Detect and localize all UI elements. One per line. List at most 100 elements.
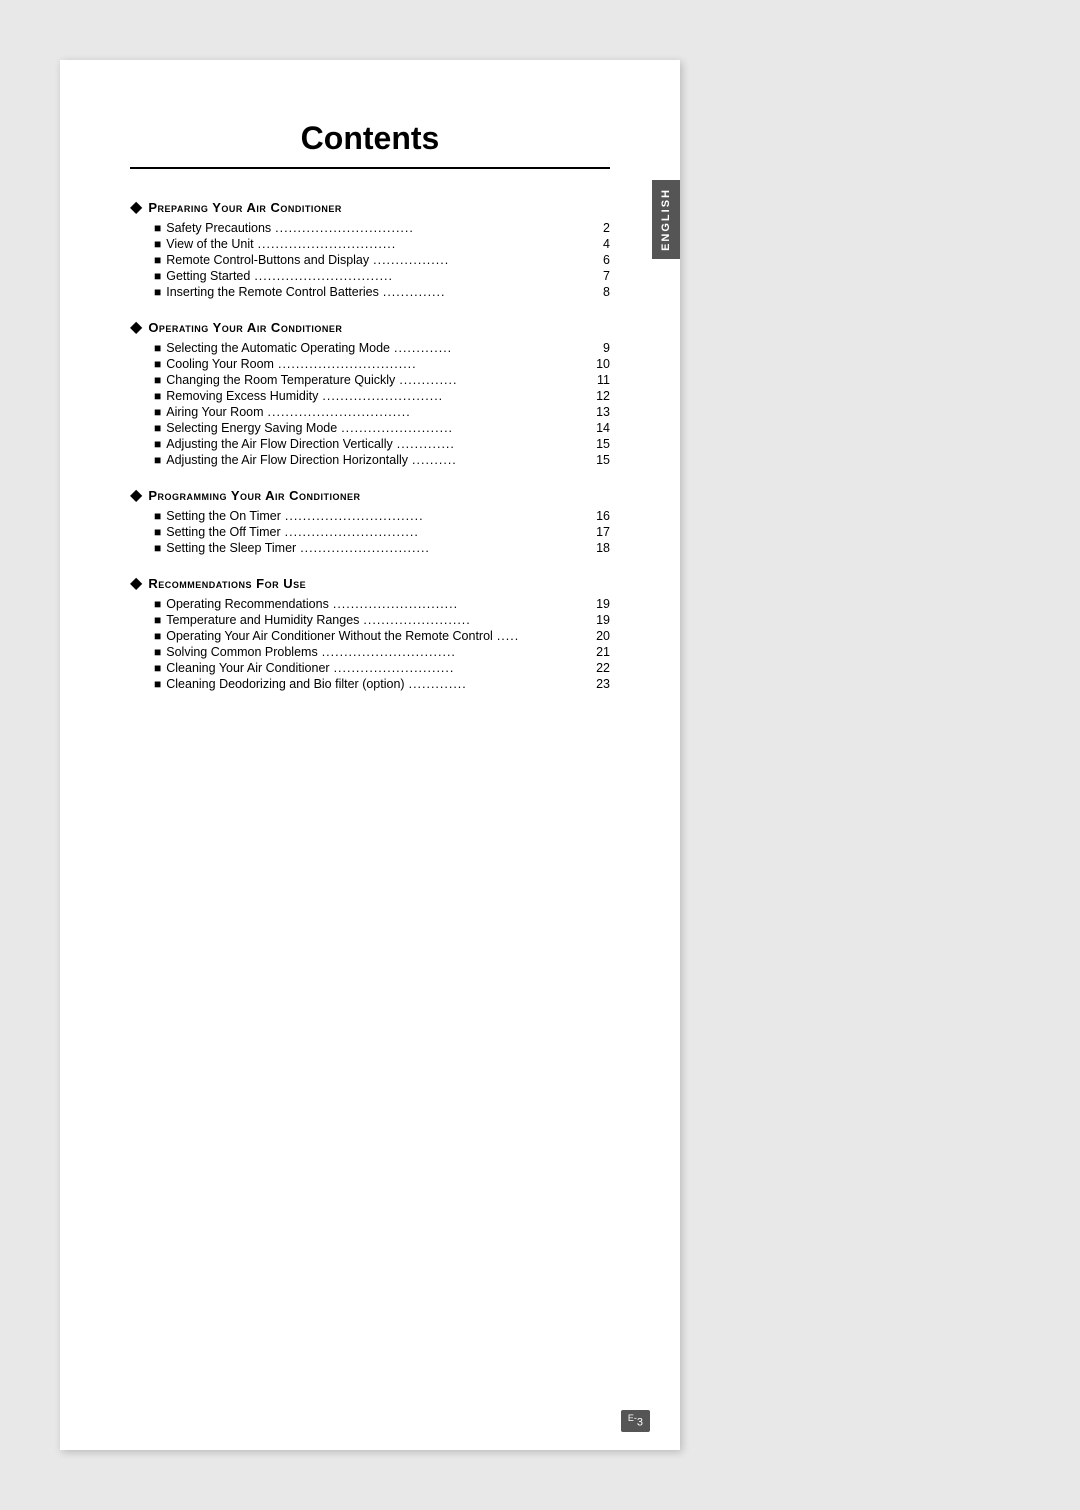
toc-item: ■Adjusting the Air Flow Direction Vertic… (130, 437, 610, 451)
toc-item-label: Setting the Sleep Timer (166, 541, 296, 555)
toc-dots: ............................... (275, 221, 586, 235)
toc-dots: .......... (412, 453, 586, 467)
bullet-icon: ■ (154, 421, 161, 435)
toc-item: ■ Operating Your Air Conditioner Without … (130, 629, 610, 643)
toc-dots: ......................... (341, 421, 586, 435)
toc-page-number: 7 (590, 269, 610, 283)
toc-page-number: 14 (590, 421, 610, 435)
toc-item-label: Safety Precautions (166, 221, 271, 235)
bullet-icon: ■ (154, 509, 161, 523)
bullet-icon: ■ (154, 629, 161, 643)
toc-page-number: 18 (590, 541, 610, 555)
section-title: Preparing Your Air Conditioner (148, 200, 342, 215)
toc-item-label: Remote Control-Buttons and Display (166, 253, 369, 267)
toc-item: ■Adjusting the Air Flow Direction Horizo… (130, 453, 610, 467)
toc-page-number: 2 (590, 221, 610, 235)
toc-item: ■Cleaning Your Air Conditioner..........… (130, 661, 610, 675)
toc-dots: ............. (409, 677, 586, 691)
bullet-icon: ■ (154, 541, 161, 555)
bullet-icon: ■ (154, 677, 161, 691)
bullet-icon: ■ (154, 597, 161, 611)
toc-item-label: Removing Excess Humidity (166, 389, 318, 403)
toc-item-label: Operating Your Air Conditioner Without t… (166, 629, 493, 643)
toc-item-label: Inserting the Remote Control Batteries (166, 285, 379, 299)
bullet-icon: ■ (154, 357, 161, 371)
toc-item-label: Solving Common Problems (166, 645, 317, 659)
toc-item: ■ Cooling Your Room......................… (130, 357, 610, 371)
section-title: Programming Your Air Conditioner (148, 488, 360, 503)
toc-item: ■ Remote Control-Buttons and Display.....… (130, 253, 610, 267)
toc-item-label: Selecting the Automatic Operating Mode (166, 341, 390, 355)
toc-dots: ............. (394, 341, 586, 355)
toc-item: ■Getting Started........................… (130, 269, 610, 283)
toc-item-label: Cleaning Deodorizing and Bio filter (opt… (166, 677, 404, 691)
toc-page-number: 6 (590, 253, 610, 267)
toc-dots: ............................... (278, 357, 586, 371)
toc-item-label: Getting Started (166, 269, 250, 283)
toc-page-number: 12 (590, 389, 610, 403)
toc-item-label: Cleaning Your Air Conditioner (166, 661, 329, 675)
toc-item-label: Setting the On Timer (166, 509, 281, 523)
bullet-icon: ■ (154, 253, 161, 267)
toc-dots: ........................... (334, 661, 586, 675)
toc-item: ■Setting the On Timer...................… (130, 509, 610, 523)
toc-dots: ............................ (333, 597, 586, 611)
toc-item-label: Setting the Off Timer (166, 525, 280, 539)
toc-page-number: 15 (590, 453, 610, 467)
toc-page-number: 10 (590, 357, 610, 371)
section-header-recommendations: ◆ Recommendations For Use (130, 573, 610, 593)
toc-item-label: Airing Your Room (166, 405, 263, 419)
toc-dots: ........................... (322, 389, 586, 403)
page-title: Contents (130, 120, 610, 157)
toc-item-label: Operating Recommendations (166, 597, 329, 611)
toc-item: ■ Changing the Room Temperature Quickly..… (130, 373, 610, 387)
toc-item: ■ Safety Precautions.....................… (130, 221, 610, 235)
toc-item: ■Setting the Sleep Timer................… (130, 541, 610, 555)
toc-dots: .............................. (285, 525, 586, 539)
toc-dots: ............................... (254, 269, 586, 283)
diamond-icon: ◆ (130, 573, 142, 593)
toc-item: ■ Cleaning Deodorizing and Bio filter (op… (130, 677, 610, 691)
bullet-icon: ■ (154, 373, 161, 387)
toc-item: ■Inserting the Remote Control Batteries.… (130, 285, 610, 299)
toc-item: ■View of the Unit.......................… (130, 237, 610, 251)
toc-item-label: Selecting Energy Saving Mode (166, 421, 337, 435)
diamond-icon: ◆ (130, 485, 142, 505)
toc-page-number: 15 (590, 437, 610, 451)
toc-dots: ............. (397, 437, 586, 451)
toc-dots: ................. (373, 253, 586, 267)
toc-page-number: 4 (590, 237, 610, 251)
document-page: ENGLISH Contents ◆ Preparing Your Air Con… (60, 60, 680, 1450)
toc-page-number: 19 (590, 613, 610, 627)
bullet-icon: ■ (154, 389, 161, 403)
toc-dots: .............. (383, 285, 586, 299)
diamond-icon: ◆ (130, 197, 142, 217)
bullet-icon: ■ (154, 613, 161, 627)
toc-page-number: 23 (590, 677, 610, 691)
language-tab: ENGLISH (652, 180, 680, 259)
toc-page-number: 11 (590, 373, 610, 387)
page-number: 3 (637, 1417, 643, 1429)
toc-item: ■Airing Your Room.......................… (130, 405, 610, 419)
toc-page-number: 17 (590, 525, 610, 539)
toc-dots: ..... (497, 629, 586, 643)
language-label: ENGLISH (660, 188, 672, 251)
toc-item: ■ Removing Excess Humidity...............… (130, 389, 610, 403)
toc-item-label: Changing the Room Temperature Quickly (166, 373, 395, 387)
toc-item: ■Temperature and Humidity Ranges........… (130, 613, 610, 627)
toc-page-number: 21 (590, 645, 610, 659)
toc-item: ■Selecting the Automatic Operating Mode.… (130, 341, 610, 355)
toc-dots: ............. (399, 373, 586, 387)
section-title: Recommendations For Use (148, 576, 306, 591)
bullet-icon: ■ (154, 221, 161, 235)
toc-item-label: Adjusting the Air Flow Direction Horizon… (166, 453, 408, 467)
bullet-icon: ■ (154, 237, 161, 251)
toc-item-label: Cooling Your Room (166, 357, 274, 371)
toc-item: ■ Selecting Energy Saving Mode...........… (130, 421, 610, 435)
bullet-icon: ■ (154, 525, 161, 539)
section-header-programming: ◆ Programming Your Air Conditioner (130, 485, 610, 505)
section-title: Operating Your Air Conditioner (148, 320, 342, 335)
toc-item: ■ Operating Recommendations..............… (130, 597, 610, 611)
section-header-preparing: ◆ Preparing Your Air Conditioner (130, 197, 610, 217)
section-header-operating: ◆Operating Your Air Conditioner (130, 317, 610, 337)
